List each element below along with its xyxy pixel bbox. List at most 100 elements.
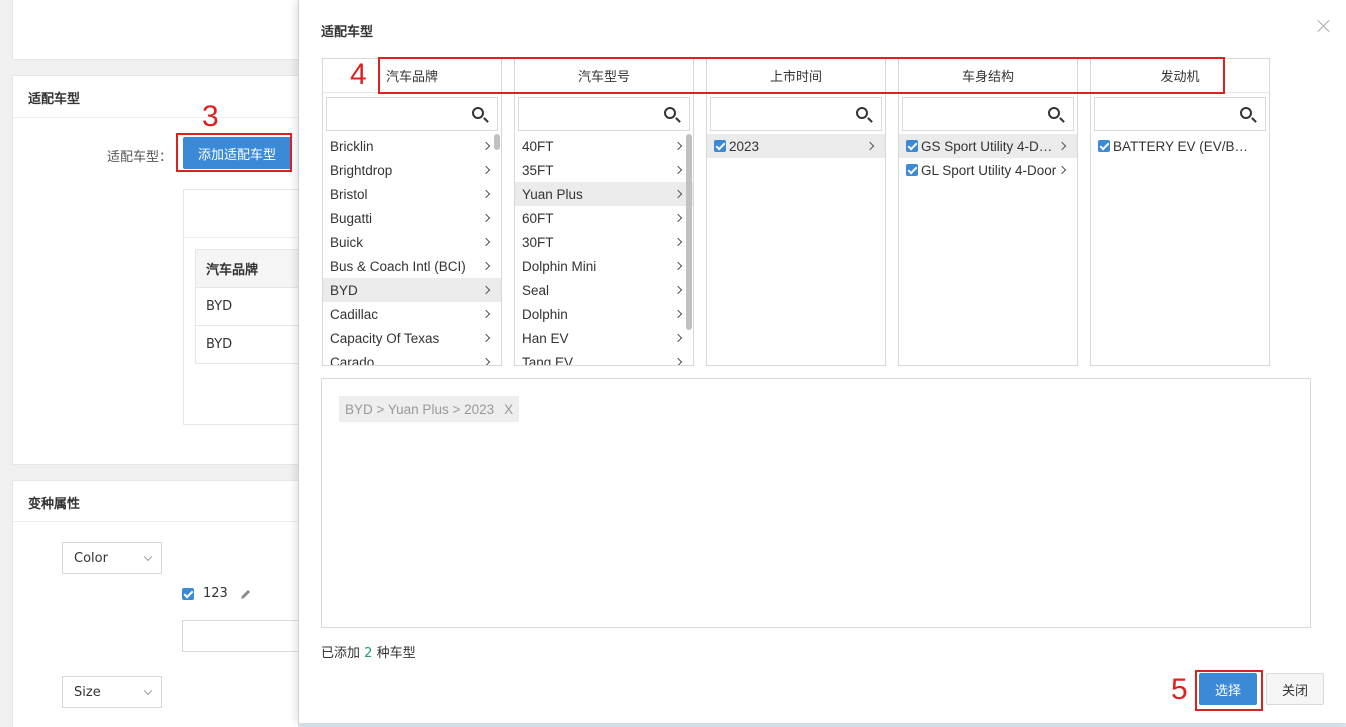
chevron-right-icon <box>673 189 683 199</box>
chevron-right-icon <box>673 165 683 175</box>
selected-models-area: BYD > Yuan Plus > 2023 X <box>321 378 1311 628</box>
year-column: 上市时间 2023 <box>706 58 886 366</box>
divider <box>13 117 311 118</box>
added-count-text: 已添加 2 种车型 <box>321 646 416 661</box>
chevron-right-icon <box>673 213 683 223</box>
list-item[interactable]: Cadillac <box>323 302 501 326</box>
search-icon[interactable] <box>664 107 676 119</box>
selected-tag: BYD > Yuan Plus > 2023 X <box>339 396 520 422</box>
list-item[interactable]: 40FT <box>515 134 693 158</box>
chevron-right-icon <box>673 237 683 247</box>
model-search-input[interactable] <box>518 97 690 131</box>
list-item[interactable]: Carado <box>323 350 501 365</box>
body-column: 车身结构 GS Sport Utility 4-D… GL Sport Util… <box>898 58 1078 366</box>
annotation-3: 3 <box>202 100 219 133</box>
checkbox-checked-icon[interactable] <box>714 140 726 152</box>
chevron-right-icon <box>1057 141 1067 151</box>
fit-label: 适配车型： <box>107 150 173 165</box>
color-option-row: 123 <box>182 586 252 601</box>
list-item[interactable]: Han EV <box>515 326 693 350</box>
year-search-input[interactable] <box>710 97 882 131</box>
list-item[interactable]: 35FT <box>515 158 693 182</box>
list-item[interactable]: 30FT <box>515 230 693 254</box>
brand-search-input[interactable] <box>326 97 498 131</box>
color-select[interactable]: Color <box>62 542 162 574</box>
brand-column: 汽车品牌 Bricklin Brightdrop Bristol Bugatti… <box>322 58 502 366</box>
body-search-input[interactable] <box>902 97 1074 131</box>
divider <box>13 521 311 522</box>
annotation-5: 5 <box>1171 673 1188 706</box>
search-icon[interactable] <box>856 107 868 119</box>
chevron-right-icon <box>481 261 491 271</box>
list-item-selected[interactable]: 2023 <box>707 134 885 158</box>
chevron-right-icon <box>673 357 683 365</box>
chevron-right-icon <box>481 333 491 343</box>
chevron-right-icon <box>481 189 491 199</box>
list-item[interactable]: Dolphin <box>515 302 693 326</box>
list-item-selected[interactable]: BYD <box>323 278 501 302</box>
checkbox-checked-icon[interactable] <box>906 140 918 152</box>
option-label: 123 <box>203 586 228 601</box>
chevron-right-icon <box>673 285 683 295</box>
checkbox-checked-icon[interactable] <box>906 164 918 176</box>
chevron-right-icon <box>673 261 683 271</box>
engine-search-input[interactable] <box>1094 97 1266 131</box>
chevron-right-icon <box>481 141 491 151</box>
list-item[interactable]: Tang EV <box>515 350 693 365</box>
chevron-right-icon <box>865 141 875 151</box>
scrollbar-thumb[interactable] <box>494 134 500 150</box>
column-header: 发动机 <box>1091 59 1269 93</box>
list-item-selected[interactable]: Yuan Plus <box>515 182 693 206</box>
variant-section-card: 变种属性 Color 123 Size <box>12 480 322 727</box>
model-column: 汽车型号 40FT 35FT Yuan Plus 60FT 30FT Dolph… <box>514 58 694 366</box>
size-select[interactable]: Size <box>62 676 162 708</box>
bg-card-top <box>12 0 312 60</box>
chevron-right-icon <box>1057 165 1067 175</box>
column-header: 车身结构 <box>899 59 1077 93</box>
year-list: 2023 <box>707 134 885 158</box>
engine-column: 发动机 BATTERY EV (EV/B… <box>1090 58 1270 366</box>
list-item[interactable]: Buick <box>323 230 501 254</box>
list-item[interactable]: Bricklin <box>323 134 501 158</box>
chevron-right-icon <box>481 213 491 223</box>
list-item-selected[interactable]: GS Sport Utility 4-D… <box>899 134 1077 158</box>
chevron-right-icon <box>673 333 683 343</box>
add-fit-model-button[interactable]: 添加适配车型 <box>183 137 291 169</box>
chevron-right-icon <box>673 309 683 319</box>
checkbox-checked-icon[interactable] <box>182 587 194 600</box>
chevron-right-icon <box>481 237 491 247</box>
chevron-right-icon <box>481 285 491 295</box>
chevron-down-icon <box>143 686 153 696</box>
close-button[interactable]: 关闭 <box>1266 673 1324 705</box>
model-list: 40FT 35FT Yuan Plus 60FT 30FT Dolphin Mi… <box>515 134 693 365</box>
chevron-right-icon <box>481 309 491 319</box>
added-count: 2 <box>364 646 373 661</box>
choose-button[interactable]: 选择 <box>1199 673 1257 705</box>
pencil-icon[interactable] <box>240 588 252 600</box>
body-list: GS Sport Utility 4-D… GL Sport Utility 4… <box>899 134 1077 182</box>
brand-list: Bricklin Brightdrop Bristol Bugatti Buic… <box>323 134 501 365</box>
list-item[interactable]: Seal <box>515 278 693 302</box>
close-icon[interactable] <box>1316 18 1332 34</box>
list-item[interactable]: Bus & Coach Intl (BCI) <box>323 254 501 278</box>
scrollbar-thumb[interactable] <box>686 134 692 330</box>
list-item[interactable]: 60FT <box>515 206 693 230</box>
list-item[interactable]: Bugatti <box>323 206 501 230</box>
list-item[interactable]: Brightdrop <box>323 158 501 182</box>
list-item[interactable]: Bristol <box>323 182 501 206</box>
fit-section-title: 适配车型 <box>28 92 81 107</box>
remove-tag-button[interactable]: X <box>504 402 513 417</box>
search-icon[interactable] <box>472 107 484 119</box>
fit-model-dialog: 适配车型 汽车品牌 Bricklin Brightdrop Bristol Bu… <box>298 0 1346 723</box>
chevron-down-icon <box>143 552 153 562</box>
search-icon[interactable] <box>1048 107 1060 119</box>
tag-label: BYD > Yuan Plus > 2023 <box>345 401 495 417</box>
chevron-right-icon <box>481 165 491 175</box>
list-item[interactable]: GL Sport Utility 4-Door <box>899 158 1077 182</box>
list-item[interactable]: BATTERY EV (EV/B… <box>1091 134 1269 158</box>
dialog-title: 适配车型 <box>321 25 374 40</box>
checkbox-checked-icon[interactable] <box>1098 140 1110 152</box>
search-icon[interactable] <box>1240 107 1252 119</box>
list-item[interactable]: Dolphin Mini <box>515 254 693 278</box>
list-item[interactable]: Capacity Of Texas <box>323 326 501 350</box>
